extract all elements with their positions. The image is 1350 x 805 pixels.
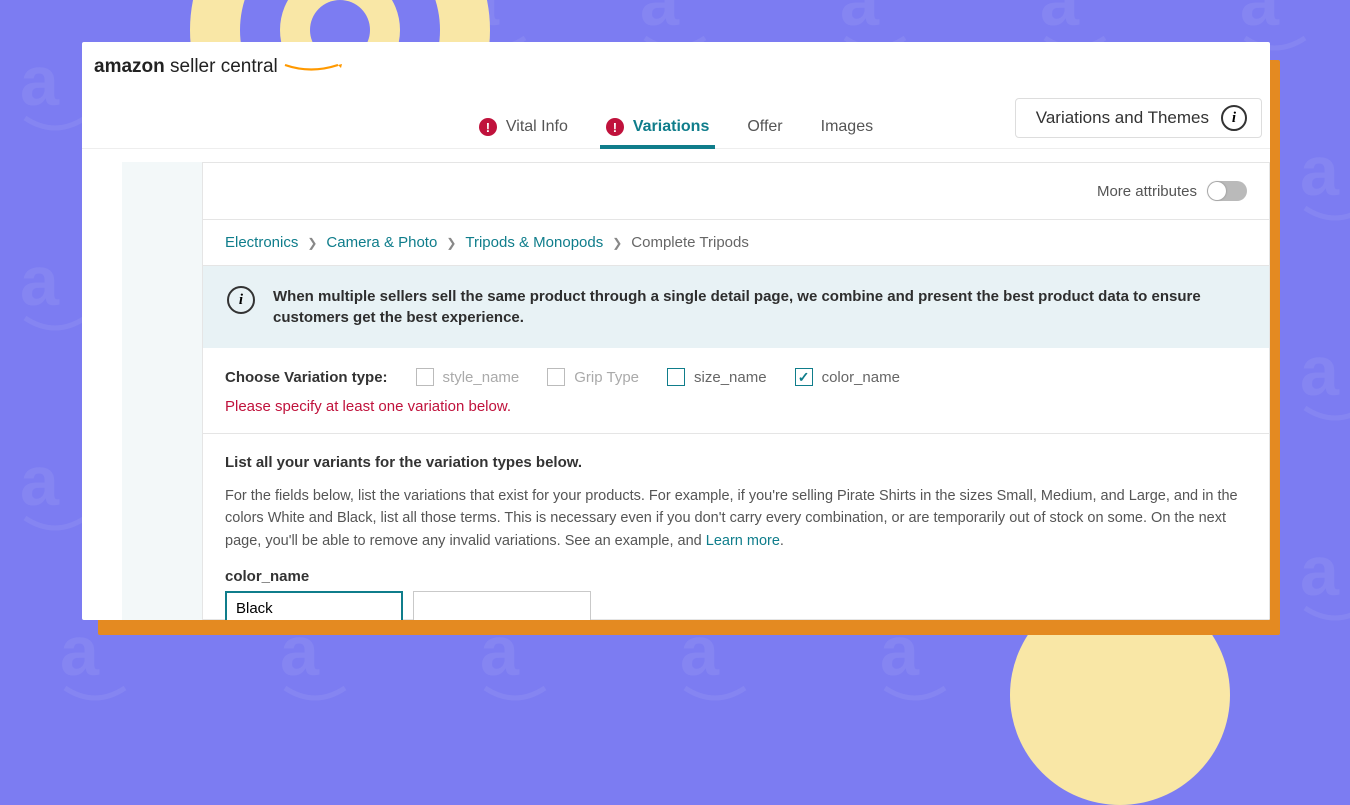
checkbox-icon — [667, 368, 685, 386]
period: . — [780, 533, 784, 549]
tab-offer[interactable]: Offer — [747, 118, 782, 136]
breadcrumb-current: Complete Tripods — [631, 234, 749, 251]
tab-label: Images — [821, 118, 873, 136]
variation-type-chooser: Choose Variation type: style_name Grip T… — [203, 348, 1269, 394]
variants-description: For the fields below, list the variation… — [225, 485, 1247, 552]
breadcrumb-link[interactable]: Tripods & Monopods — [465, 234, 603, 251]
tab-images[interactable]: Images — [821, 118, 873, 136]
brand-word-1: amazon — [94, 56, 165, 77]
amazon-smile-icon — [283, 64, 343, 72]
checkbox-size-name[interactable]: size_name — [667, 368, 767, 386]
breadcrumb-link[interactable]: Electronics — [225, 234, 298, 251]
tab-vital-info[interactable]: ! Vital Info — [479, 118, 568, 136]
brand-logo: amazon seller central — [94, 56, 343, 78]
error-message: Please specify at least one variation be… — [203, 394, 1269, 433]
color-input-1[interactable] — [225, 591, 403, 620]
tab-label: Variations — [633, 118, 709, 136]
seller-central-window: amazon seller central Variations and The… — [82, 42, 1270, 620]
checkbox-icon — [547, 368, 565, 386]
color-name-label: color_name — [225, 568, 1247, 585]
variants-list-section: List all your variants for the variation… — [203, 434, 1269, 620]
product-tabs: ! Vital Info ! Variations Offer Images — [82, 118, 1270, 149]
color-input-2[interactable] — [413, 591, 591, 620]
variation-prompt: Choose Variation type: — [225, 369, 388, 386]
learn-more-link[interactable]: Learn more — [706, 533, 780, 549]
more-attributes-toggle[interactable] — [1207, 181, 1247, 201]
variants-heading: List all your variants for the variation… — [225, 454, 1247, 471]
breadcrumb: Electronics ❯ Camera & Photo ❯ Tripods &… — [203, 219, 1269, 266]
variant-inputs — [225, 591, 1247, 620]
brand-word-2: seller central — [170, 56, 278, 77]
checkbox-checked-icon — [795, 368, 813, 386]
chevron-right-icon: ❯ — [612, 236, 622, 250]
breadcrumb-link[interactable]: Camera & Photo — [326, 234, 437, 251]
info-banner: i When multiple sellers sell the same pr… — [203, 266, 1269, 348]
chevron-right-icon: ❯ — [446, 236, 456, 250]
info-icon: i — [227, 286, 255, 314]
checkbox-style-name[interactable]: style_name — [416, 368, 520, 386]
checkbox-label: Grip Type — [574, 369, 639, 386]
checkbox-grip-type[interactable]: Grip Type — [547, 368, 639, 386]
chevron-right-icon: ❯ — [307, 236, 317, 250]
checkbox-label: color_name — [822, 369, 900, 386]
checkbox-label: style_name — [443, 369, 520, 386]
more-attributes-row: More attributes — [203, 163, 1269, 219]
variations-panel: More attributes Electronics ❯ Camera & P… — [202, 162, 1270, 620]
tab-label: Offer — [747, 118, 782, 136]
content-area: More attributes Electronics ❯ Camera & P… — [122, 162, 1270, 620]
info-banner-text: When multiple sellers sell the same prod… — [273, 286, 1245, 328]
more-attributes-label: More attributes — [1097, 183, 1197, 200]
checkbox-color-name[interactable]: color_name — [795, 368, 900, 386]
alert-icon: ! — [606, 118, 624, 136]
tab-label: Vital Info — [506, 118, 568, 136]
checkbox-label: size_name — [694, 369, 767, 386]
checkbox-icon — [416, 368, 434, 386]
alert-icon: ! — [479, 118, 497, 136]
tab-variations[interactable]: ! Variations — [606, 118, 709, 136]
